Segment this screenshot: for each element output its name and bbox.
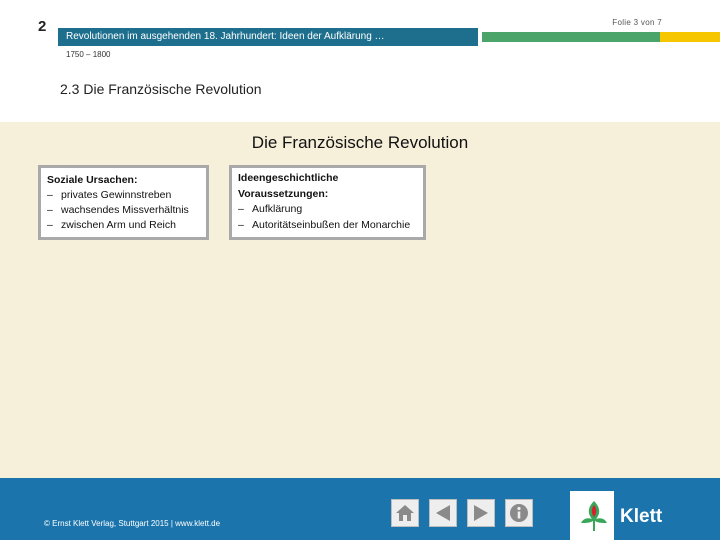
list-item: Aufklärung <box>238 202 417 218</box>
info-icon <box>510 504 528 522</box>
header-title: Revolutionen im ausgehenden 18. Jahrhund… <box>66 31 385 42</box>
page-title: Die Französische Revolution <box>251 133 469 152</box>
date-range: 1750 – 1800 <box>66 50 111 59</box>
list-item: Autoritätseinbußen der Monarchie <box>238 218 417 234</box>
list-item: zwischen Arm und Reich <box>47 218 200 233</box>
social-causes-box: Soziale Ursachen: privates Gewinnstreben… <box>38 165 209 240</box>
list-item: privates Gewinnstreben <box>47 188 200 203</box>
list-item: wachsendes Missverhältnis <box>47 203 200 218</box>
box-list: privates Gewinnstreben wachsendes Missve… <box>47 188 200 233</box>
home-icon <box>396 505 414 521</box>
home-button[interactable] <box>391 499 419 527</box>
box-list: Aufklärung Autoritätseinbußen der Monarc… <box>238 202 417 233</box>
info-button[interactable] <box>505 499 533 527</box>
copyright-text: © Ernst Klett Verlag, Stuttgart 2015 | w… <box>44 519 221 528</box>
box-heading: Soziale Ursachen: <box>47 174 138 186</box>
header-accent-yellow <box>660 32 720 42</box>
logo-text: Klett <box>620 506 663 527</box>
header-accent-green <box>482 32 660 42</box>
back-button[interactable] <box>429 499 457 527</box>
chapter-number: 2 <box>38 18 47 35</box>
klett-logo[interactable]: Klett <box>570 491 672 540</box>
back-arrow-icon <box>436 505 450 521</box>
klett-leaf-icon <box>581 501 607 531</box>
forward-arrow-icon <box>474 505 488 521</box>
slide-counter: Folie 3 von 7 <box>612 18 662 27</box>
section-heading: 2.3 Die Französische Revolution <box>60 81 262 97</box>
forward-button[interactable] <box>467 499 495 527</box>
ideas-prerequisites-box: Ideengeschichtliche Voraussetzungen: Auf… <box>229 165 426 240</box>
box-heading: Ideengeschichtliche Voraussetzungen: <box>238 172 339 200</box>
